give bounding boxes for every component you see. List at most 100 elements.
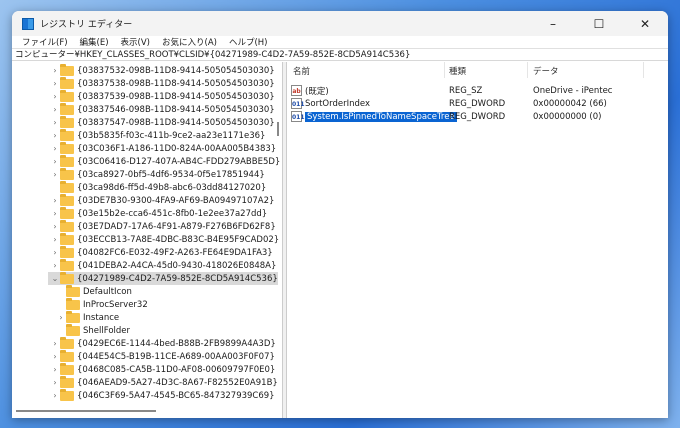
tree-node[interactable]: {03ca98d6-ff5d-49b8-abc6-03dd84127020}: [50, 180, 267, 194]
chevron-right-icon[interactable]: ›: [50, 378, 60, 387]
tree-node-label: DefaultIcon: [83, 286, 132, 297]
tree-vertical-scrollbar[interactable]: [277, 122, 279, 136]
chevron-right-icon[interactable]: ›: [50, 339, 60, 348]
menu-file[interactable]: ファイル(F): [16, 36, 74, 48]
tree-node[interactable]: › {03C06416-D127-407A-AB4C-FDD279ABBE5D}: [50, 154, 281, 168]
dword-value-icon: 011: [291, 98, 305, 109]
menu-help[interactable]: ヘルプ(H): [223, 36, 274, 48]
column-header-data[interactable]: データ: [533, 65, 559, 79]
tree-node[interactable]: › {0468C085-CA5B-11D0-AF08-00609797F0E0}: [50, 362, 275, 376]
column-divider[interactable]: [444, 62, 445, 78]
address-bar[interactable]: コンピューター¥HKEY_CLASSES_ROOT¥CLSID¥{0427198…: [12, 48, 668, 61]
tree-node[interactable]: › {04082FC6-E032-49F2-A263-FE64E9DA1FA3}: [50, 245, 273, 259]
values-list[interactable]: 名前 種類 データ ab (既定) REG_SZ OneDrive - iPentec…: [286, 62, 668, 418]
regedit-app-icon: [22, 17, 34, 30]
folder-icon: [60, 167, 74, 180]
chevron-right-icon[interactable]: ›: [50, 235, 60, 244]
tree-horizontal-scrollbar[interactable]: [16, 410, 156, 412]
menu-favorites[interactable]: お気に入り(A): [156, 36, 223, 48]
tree-node-label: {04271989-C4D2-7A59-852E-8CD5A914C536}: [77, 273, 278, 284]
tree-node[interactable]: › {03837539-098B-11D8-9414-505054503030}: [50, 89, 275, 103]
chevron-right-icon[interactable]: ›: [50, 157, 60, 166]
tree-node[interactable]: › {03837538-098B-11D8-9414-505054503030}: [50, 76, 275, 90]
tree-node-label: {044E54C5-B19B-11CE-A689-00AA003F0F07}: [77, 351, 275, 362]
menu-edit[interactable]: 編集(E): [74, 36, 115, 48]
tree-node[interactable]: › {0429EC6E-1144-4bed-B88B-2FB9899A4A3D}: [50, 336, 276, 350]
tree-node[interactable]: › {03837532-098B-11D8-9414-505054503030}: [50, 63, 275, 77]
chevron-down-icon[interactable]: ⌄: [50, 274, 60, 283]
tree-node[interactable]: › {03837546-098B-11D8-9414-505054503030}: [50, 102, 275, 116]
maximize-button[interactable]: ☐: [576, 11, 622, 36]
tree-node[interactable]: ⌄ {04271989-C4D2-7A59-852E-8CD5A914C536}: [48, 271, 278, 285]
tree-node[interactable]: › {041DEBA2-A4CA-45d0-9430-418026E0848A}: [50, 258, 276, 272]
tree-node-label: {046AEAD9-5A27-4D3C-8A67-F82552E0A91B}: [77, 377, 278, 388]
close-button[interactable]: ✕: [622, 11, 668, 36]
value-row[interactable]: ab (既定): [291, 84, 329, 97]
tree-node[interactable]: › {03E7DAD7-17A6-4F91-A879-F276B6FD62F8}: [50, 219, 276, 233]
folder-icon: [66, 310, 80, 323]
value-row[interactable]: 011 SortOrderIndex: [291, 97, 370, 110]
value-name: SortOrderIndex: [305, 98, 370, 109]
chevron-right-icon[interactable]: ›: [50, 105, 60, 114]
tree-node[interactable]: InProcServer32: [56, 297, 148, 311]
chevron-right-icon[interactable]: ›: [50, 144, 60, 153]
chevron-right-icon[interactable]: ›: [50, 222, 60, 231]
chevron-right-icon[interactable]: ›: [50, 92, 60, 101]
column-header-name[interactable]: 名前: [293, 65, 310, 79]
tree-node[interactable]: › {03837547-098B-11D8-9414-505054503030}: [50, 115, 275, 129]
value-type: REG_DWORD: [449, 98, 506, 109]
tree-node[interactable]: › {03DE7B30-9300-4FA9-AF69-BA09497107A2}: [50, 193, 275, 207]
tree-node[interactable]: › {046C3F69-5A47-4545-BC65-847327939C69}: [50, 388, 275, 402]
folder-icon: [60, 102, 74, 115]
chevron-right-icon[interactable]: ›: [50, 261, 60, 270]
value-name: System.IsPinnedToNameSpaceTree: [305, 111, 457, 122]
tree-node[interactable]: › {03b5835f-f03c-411b-9ce2-aa23e1171e36}: [50, 128, 265, 142]
folder-icon: [60, 206, 74, 219]
folder-icon: [60, 115, 74, 128]
chevron-right-icon[interactable]: ›: [50, 79, 60, 88]
folder-icon: [60, 128, 74, 141]
folder-icon: [60, 232, 74, 245]
folder-icon: [60, 154, 74, 167]
column-divider[interactable]: [643, 62, 644, 78]
folder-icon: [60, 375, 74, 388]
folder-icon: [60, 76, 74, 89]
folder-icon: [60, 258, 74, 271]
chevron-right-icon[interactable]: ›: [50, 66, 60, 75]
column-divider[interactable]: [527, 62, 528, 78]
tree-node[interactable]: › {03ca8927-0bf5-4df6-9534-0f5e17851944}: [50, 167, 265, 181]
tree-node-label: {03ca98d6-ff5d-49b8-abc6-03dd84127020}: [77, 182, 267, 193]
chevron-right-icon[interactable]: ›: [50, 365, 60, 374]
chevron-right-icon[interactable]: ›: [50, 391, 60, 400]
tree-node-label: {03C06416-D127-407A-AB4C-FDD279ABBE5D}: [77, 156, 281, 167]
chevron-right-icon[interactable]: ›: [50, 118, 60, 127]
tree-node[interactable]: › {03e15b2e-cca6-451c-8fb0-1e2ee37a27dd}: [50, 206, 267, 220]
tree-node[interactable]: ShellFolder: [56, 323, 130, 337]
tree-node[interactable]: › {044E54C5-B19B-11CE-A689-00AA003F0F07}: [50, 349, 275, 363]
value-row[interactable]: 011 System.IsPinnedToNameSpaceTree: [291, 110, 457, 123]
tree-node[interactable]: › {03ECCB13-7A8E-4DBC-B83C-B4E95F9CAD02}: [50, 232, 280, 246]
tree-node-label: {03DE7B30-9300-4FA9-AF69-BA09497107A2}: [77, 195, 275, 206]
tree-node[interactable]: › {046AEAD9-5A27-4D3C-8A67-F82552E0A91B}: [50, 375, 278, 389]
folder-icon: [60, 388, 74, 401]
tree-node-label: InProcServer32: [83, 299, 148, 310]
chevron-right-icon[interactable]: ›: [50, 170, 60, 179]
chevron-right-icon[interactable]: ›: [50, 196, 60, 205]
tree-node-label: {03ECCB13-7A8E-4DBC-B83C-B4E95F9CAD02}: [77, 234, 280, 245]
key-tree[interactable]: › {03837532-098B-11D8-9414-505054503030} ›…: [12, 62, 283, 418]
tree-node[interactable]: DefaultIcon: [56, 284, 132, 298]
tree-node[interactable]: › {03C036F1-A186-11D0-824A-00AA005B4383}: [50, 141, 276, 155]
tree-node-label: {03837546-098B-11D8-9414-505054503030}: [77, 104, 275, 115]
column-header-type[interactable]: 種類: [449, 65, 466, 79]
chevron-right-icon[interactable]: ›: [56, 313, 66, 322]
menu-view[interactable]: 表示(V): [115, 36, 156, 48]
chevron-right-icon[interactable]: ›: [50, 209, 60, 218]
window-title: レジストリ エディター: [40, 20, 133, 30]
chevron-right-icon[interactable]: ›: [50, 131, 60, 140]
chevron-right-icon[interactable]: ›: [50, 352, 60, 361]
chevron-right-icon[interactable]: ›: [50, 248, 60, 257]
tree-node[interactable]: › Instance: [56, 310, 119, 324]
value-type: REG_DWORD: [449, 111, 506, 122]
tree-node-label: {03837538-098B-11D8-9414-505054503030}: [77, 78, 275, 89]
minimize-button[interactable]: –: [530, 11, 576, 36]
